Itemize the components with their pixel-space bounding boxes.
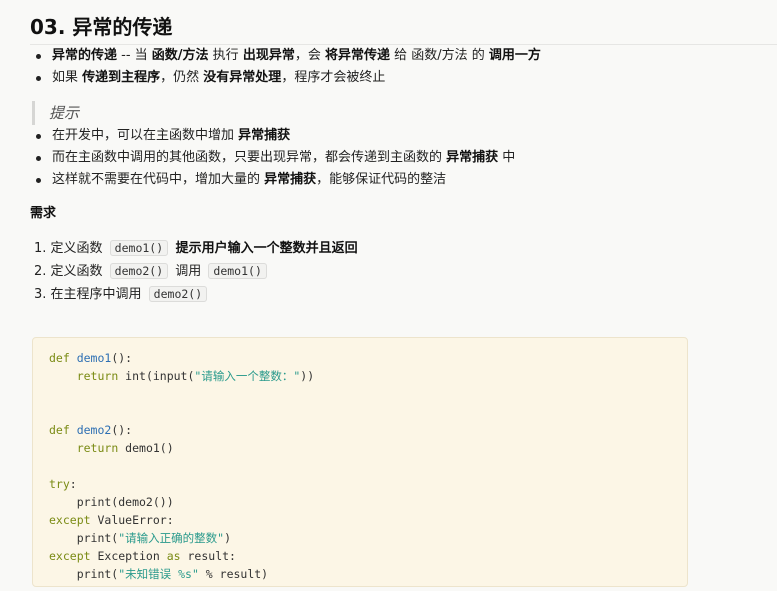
- segment: 异常捕获: [238, 128, 291, 143]
- code-token: except: [49, 549, 91, 563]
- code-token: )): [300, 369, 315, 383]
- code-token: ): [224, 531, 232, 545]
- requirements-heading: 需求: [30, 206, 57, 221]
- code-token: ():: [111, 423, 133, 437]
- list-item: 1. 定义函数 demo1() 提示用户输入一个整数并且返回: [30, 237, 777, 260]
- tip-blockquote: 提示: [32, 101, 777, 125]
- inline-code: demo1(): [208, 263, 267, 279]
- code-token: "未知错误 %s": [118, 567, 199, 581]
- list-item: 这样就不需要在代码中，增加大量的 异常捕获，能够保证代码的整洁: [30, 169, 777, 191]
- list-item: 异常的传递 -- 当 函数/方法 执行 出现异常，会 将异常传递 给 函数/方法…: [30, 45, 777, 67]
- code-line: return demo1(): [49, 439, 671, 457]
- code-token: ():: [111, 351, 133, 365]
- segment: 3. 在主程序中调用: [34, 287, 146, 302]
- inline-code: demo2(): [109, 263, 169, 279]
- segment: ，会: [294, 48, 325, 63]
- code-token: ValueError:: [90, 513, 174, 527]
- segment: 调用: [171, 264, 206, 279]
- segment: 给 函数/方法 的: [389, 48, 489, 63]
- code-line: print("请输入正确的整数"): [49, 529, 671, 547]
- code-token: demo1: [76, 351, 112, 365]
- inline-code: demo1(): [109, 240, 169, 256]
- code-token: result:: [180, 549, 236, 563]
- document-page: 03. 异常的传递 异常的传递 -- 当 函数/方法 执行 出现异常，会 将异常…: [0, 0, 777, 591]
- code-token: "请输入一个整数：": [194, 369, 301, 383]
- segment: 提示用户输入一个整数并且返回: [171, 241, 358, 256]
- list-item: 3. 在主程序中调用 demo2(): [30, 283, 777, 306]
- tip-label: 提示: [49, 104, 80, 122]
- segment: 2. 定义函数: [34, 264, 107, 279]
- code-token: print(: [49, 531, 119, 545]
- code-line: return int(input("请输入一个整数：")): [49, 367, 671, 385]
- segment: 没有异常处理: [203, 70, 282, 85]
- code-line: def demo1():: [49, 349, 671, 367]
- segment: 将异常传递: [324, 48, 390, 63]
- inline-code: demo2(): [148, 286, 208, 302]
- code-token: return: [76, 441, 119, 455]
- tips-bullet-list: 在开发中，可以在主函数中增加 异常捕获 而在主函数中调用的其他函数，只要出现异常…: [30, 125, 777, 191]
- code-token: demo2: [76, 423, 112, 437]
- segment: 执行: [208, 48, 243, 63]
- code-line: print("未知错误 %s" % result): [49, 565, 671, 583]
- list-item: 2. 定义函数 demo2() 调用 demo1(): [30, 260, 777, 283]
- list-item: 如果 传递到主程序，仍然 没有异常处理，程序才会被终止: [30, 67, 777, 89]
- segment: 中: [498, 150, 516, 165]
- segment: 函数/方法: [151, 48, 209, 63]
- list-item: 在开发中，可以在主函数中增加 异常捕获: [30, 125, 777, 147]
- intro-bullet-list: 异常的传递 -- 当 函数/方法 执行 出现异常，会 将异常传递 给 函数/方法…: [30, 45, 777, 89]
- code-token: int(input(: [118, 369, 195, 383]
- segment: 异常的传递: [52, 48, 118, 63]
- code-line: except ValueError:: [49, 511, 671, 529]
- segment: 异常捕获: [446, 150, 499, 165]
- code-line: def demo2():: [49, 421, 671, 439]
- code-token: print(: [49, 567, 119, 581]
- code-line: print(demo2()): [49, 493, 671, 511]
- segment: 而在主函数中调用的其他函数，只要出现异常，都会传递到主函数的: [52, 150, 447, 165]
- code-token: as: [166, 549, 181, 563]
- segment: 这样就不需要在代码中，增加大量的: [52, 172, 265, 187]
- code-line: except Exception as result:: [49, 547, 671, 565]
- segment: 1. 定义函数: [34, 241, 107, 256]
- code-token: return: [76, 369, 119, 383]
- segment: ，仍然: [160, 70, 204, 85]
- code-token: % result): [198, 567, 269, 581]
- segment: ，能够保证代码的整洁: [316, 172, 447, 187]
- code-line: try:: [49, 475, 671, 493]
- segment: 如果: [52, 70, 83, 85]
- code-token: def: [49, 423, 77, 437]
- code-token: print(demo2()): [49, 495, 174, 509]
- section-heading: 03. 异常的传递: [30, 0, 777, 45]
- segment: 传递到主程序: [82, 70, 161, 85]
- segment: -- 当: [117, 48, 152, 63]
- segment: 调用一方: [488, 48, 541, 63]
- segment: 异常捕获: [264, 172, 317, 187]
- segment: 出现异常: [242, 48, 295, 63]
- code-token: Exception: [90, 549, 167, 563]
- list-item: 而在主函数中调用的其他函数，只要出现异常，都会传递到主函数的 异常捕获 中: [30, 147, 777, 169]
- code-token: "请输入正确的整数": [118, 531, 225, 545]
- code-token: except: [49, 513, 91, 527]
- requirements-list: 1. 定义函数 demo1() 提示用户输入一个整数并且返回 2. 定义函数 d…: [30, 237, 777, 306]
- code-token: def: [49, 351, 77, 365]
- code-token: :: [69, 477, 77, 491]
- code-block: def demo1(): return int(input("请输入一个整数："…: [32, 337, 688, 587]
- segment: 在开发中，可以在主函数中增加: [52, 128, 239, 143]
- code-token: demo1(): [118, 441, 174, 455]
- code-token: try: [49, 477, 70, 491]
- segment: ，程序才会被终止: [281, 70, 386, 85]
